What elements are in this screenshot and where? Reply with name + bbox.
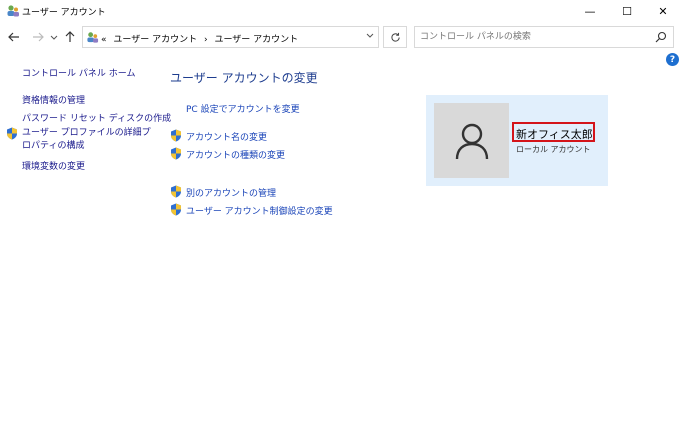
page-title: ユーザー アカウントの変更 bbox=[170, 71, 318, 85]
account-card: 新オフィス太郎 ローカル アカウント bbox=[426, 95, 608, 186]
up-button[interactable] bbox=[62, 28, 78, 46]
window-title: ユーザー アカウント bbox=[22, 8, 106, 18]
account-name: 新オフィス太郎 bbox=[512, 122, 595, 142]
recent-locations-button[interactable] bbox=[48, 28, 60, 46]
breadcrumb: « ユーザー アカウント › ユーザー アカウント bbox=[101, 32, 298, 45]
control-panel-home-link[interactable]: コントロール パネル ホーム bbox=[22, 66, 135, 79]
refresh-icon bbox=[390, 32, 400, 42]
back-arrow-icon bbox=[8, 32, 19, 42]
search-input[interactable] bbox=[415, 27, 651, 47]
address-bar[interactable]: « ユーザー アカウント › ユーザー アカウント bbox=[82, 26, 379, 48]
search-icon[interactable] bbox=[655, 31, 667, 43]
user-icon bbox=[455, 123, 489, 160]
minimize-button[interactable]: — bbox=[572, 0, 608, 22]
manage-another-account-label: 別のアカウントの管理 bbox=[186, 189, 277, 199]
uac-shield-icon bbox=[171, 129, 181, 142]
change-account-name-label: アカウント名の変更 bbox=[186, 133, 268, 143]
account-type: ローカル アカウント bbox=[516, 145, 591, 154]
breadcrumb-item-user-accounts[interactable]: ユーザー アカウント bbox=[113, 35, 197, 45]
refresh-button[interactable] bbox=[383, 26, 407, 48]
up-arrow-icon bbox=[65, 31, 75, 42]
forward-button[interactable] bbox=[29, 28, 47, 46]
chevron-down-icon bbox=[366, 33, 374, 38]
search-box[interactable] bbox=[414, 26, 674, 48]
uac-shield-icon bbox=[171, 185, 181, 198]
back-button[interactable] bbox=[5, 28, 23, 46]
change-uac-settings-label: ユーザー アカウント制御設定の変更 bbox=[186, 207, 333, 217]
user-accounts-icon bbox=[7, 5, 19, 17]
manage-credentials-link[interactable]: 資格情報の管理 bbox=[22, 93, 85, 106]
chevron-down-icon bbox=[50, 35, 58, 40]
create-password-reset-disk-link[interactable]: パスワード リセット ディスクの作成 bbox=[22, 111, 171, 124]
uac-shield-icon bbox=[171, 203, 181, 216]
help-button[interactable]: ? bbox=[666, 53, 679, 66]
breadcrumb-item-user-accounts-current[interactable]: ユーザー アカウント bbox=[214, 35, 298, 45]
navigation-bar: « ユーザー アカウント › ユーザー アカウント bbox=[0, 24, 680, 50]
advanced-user-profile-properties-label: ユーザー プロファイルの詳細プロパティの構成 bbox=[22, 128, 151, 151]
uac-shield-icon bbox=[7, 127, 17, 140]
breadcrumb-separator[interactable]: › bbox=[204, 35, 208, 45]
change-account-in-pc-settings-link[interactable]: PC 設定でアカウントを変更 bbox=[186, 102, 300, 115]
change-environment-variables-link[interactable]: 環境変数の変更 bbox=[22, 159, 85, 172]
close-button[interactable]: ✕ bbox=[645, 0, 680, 22]
uac-shield-icon bbox=[171, 147, 181, 160]
avatar bbox=[434, 103, 509, 178]
maximize-button[interactable]: ☐ bbox=[609, 0, 645, 22]
user-accounts-icon bbox=[87, 32, 99, 43]
address-dropdown[interactable] bbox=[366, 31, 374, 40]
change-account-type-label: アカウントの種類の変更 bbox=[186, 151, 286, 161]
forward-arrow-icon bbox=[33, 32, 44, 42]
breadcrumb-overflow[interactable]: « bbox=[101, 35, 107, 45]
title-bar: ユーザー アカウント — ☐ ✕ bbox=[0, 0, 680, 22]
